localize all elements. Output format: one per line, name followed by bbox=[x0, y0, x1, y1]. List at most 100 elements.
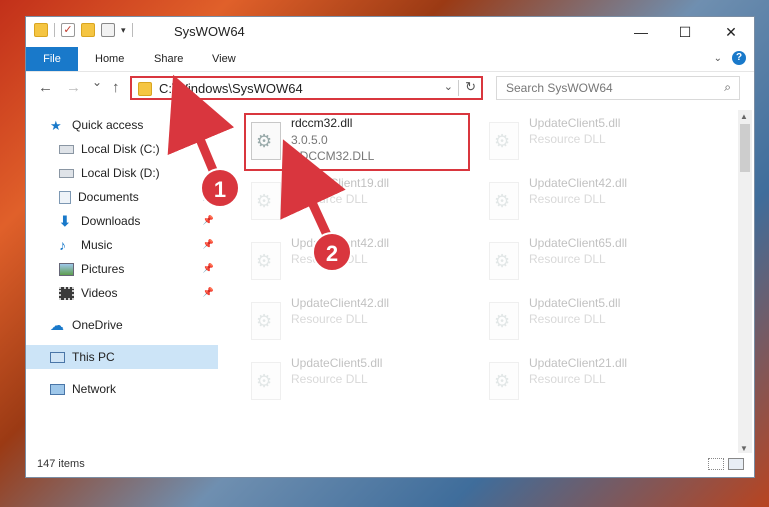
tab-share[interactable]: Share bbox=[154, 47, 183, 71]
sidebar-item-quick-access[interactable]: ★ Quick access bbox=[26, 113, 218, 137]
dll-file-icon bbox=[489, 122, 519, 160]
help-icon[interactable]: ? bbox=[732, 51, 746, 65]
sidebar-item-label: Local Disk (D:) bbox=[81, 166, 160, 180]
vertical-scrollbar[interactable]: ▲ ▼ bbox=[738, 110, 752, 455]
search-box[interactable]: Search SysWOW64 ⌕ bbox=[496, 76, 740, 100]
pin-icon[interactable]: 📌 bbox=[203, 287, 214, 298]
address-dropdown-icon[interactable]: ⌄ bbox=[444, 80, 453, 93]
dll-file-icon bbox=[489, 362, 519, 400]
file-description: Resource DLL bbox=[291, 192, 368, 206]
sidebar-item-downloads[interactable]: ⬇ Downloads 📌 bbox=[26, 209, 218, 233]
file-highlight-box bbox=[244, 113, 470, 171]
file-explorer-window: ✓ ▾ SysWOW64 — ☐ ✕ File Home Share View … bbox=[25, 16, 755, 478]
details-view-icon[interactable] bbox=[708, 458, 724, 470]
sidebar-item-local-disk-d[interactable]: Local Disk (D:) bbox=[26, 161, 218, 185]
annotation-marker-1: 1 bbox=[200, 168, 240, 208]
file-tile[interactable]: UpdateClient21.dll Resource DLL bbox=[479, 354, 699, 406]
file-name: UpdateClient21.dll bbox=[529, 356, 628, 370]
folder-icon bbox=[138, 82, 152, 96]
toolbar-dropdown-icon[interactable]: ▾ bbox=[121, 25, 126, 36]
sidebar-item-pictures[interactable]: Pictures 📌 bbox=[26, 257, 218, 281]
dll-file-icon bbox=[251, 242, 281, 280]
sidebar-item-videos[interactable]: Videos 📌 bbox=[26, 281, 218, 305]
scroll-down-icon[interactable]: ▼ bbox=[740, 444, 748, 453]
file-name: UpdateClient5.dll bbox=[529, 116, 621, 130]
file-tile[interactable]: UpdateClient42.dll Resource DLL bbox=[241, 294, 461, 346]
sidebar-item-label: Downloads bbox=[81, 214, 141, 228]
dll-file-icon bbox=[489, 182, 519, 220]
tab-view[interactable]: View bbox=[212, 47, 236, 71]
sidebar-item-label: Videos bbox=[81, 286, 118, 300]
toolbar-divider bbox=[131, 23, 133, 37]
file-name: UpdateClient5.dll bbox=[529, 296, 621, 310]
videos-icon bbox=[59, 286, 74, 300]
scroll-up-icon[interactable]: ▲ bbox=[740, 112, 748, 121]
file-description: Resource DLL bbox=[529, 252, 606, 266]
file-name: UpdateClient19.dll bbox=[291, 176, 390, 190]
sidebar-item-local-disk-c[interactable]: Local Disk (C:) bbox=[26, 137, 218, 161]
address-bar[interactable]: C:\Windows\SysWOW64 ⌄ ↻ bbox=[130, 76, 483, 100]
scroll-thumb[interactable] bbox=[740, 124, 750, 172]
navigation-pane: ★ Quick access Local Disk (C:) Local Dis… bbox=[26, 110, 218, 445]
dll-file-icon bbox=[251, 182, 281, 220]
address-path[interactable]: C:\Windows\SysWOW64 bbox=[159, 81, 303, 96]
annotation-marker-2: 2 bbox=[312, 232, 352, 272]
quick-access-toolbar: ✓ ▾ bbox=[34, 23, 133, 37]
sidebar-item-onedrive[interactable]: ☁ OneDrive bbox=[26, 313, 218, 337]
file-tile[interactable]: UpdateClient5.dll Resource DLL bbox=[241, 354, 461, 406]
sidebar-item-label: Quick access bbox=[72, 118, 144, 132]
file-name: UpdateClient5.dll bbox=[291, 356, 383, 370]
dll-file-icon bbox=[251, 302, 281, 340]
address-divider bbox=[458, 80, 459, 96]
recent-locations-icon[interactable]: ⌄ bbox=[92, 75, 102, 89]
sidebar-item-label: Pictures bbox=[81, 262, 125, 276]
expand-ribbon-chevron-icon[interactable]: ⌄ bbox=[714, 53, 722, 64]
ribbon-tabs: File Home Share View ⌄ ? bbox=[26, 47, 754, 72]
search-icon[interactable]: ⌕ bbox=[724, 80, 731, 95]
star-icon: ★ bbox=[50, 117, 62, 133]
pin-icon[interactable]: 📌 bbox=[203, 263, 214, 274]
close-button[interactable]: ✕ bbox=[708, 17, 754, 47]
network-icon bbox=[50, 383, 65, 395]
sidebar-item-label: This PC bbox=[72, 350, 115, 364]
properties-check-icon[interactable]: ✓ bbox=[61, 23, 75, 37]
file-name: UpdateClient42.dll bbox=[529, 176, 628, 190]
tab-file[interactable]: File bbox=[26, 47, 78, 71]
forward-arrow-icon[interactable]: → bbox=[66, 79, 81, 96]
cloud-icon: ☁ bbox=[50, 316, 64, 333]
file-description: Resource DLL bbox=[529, 312, 606, 326]
documents-icon bbox=[59, 190, 71, 204]
sidebar-item-this-pc[interactable]: This PC bbox=[26, 345, 218, 369]
file-tile[interactable]: UpdateClient42.dll Resource DLL bbox=[241, 234, 461, 286]
file-tile[interactable]: UpdateClient5.dll Resource DLL bbox=[479, 294, 699, 346]
refresh-icon[interactable]: ↻ bbox=[465, 79, 476, 95]
file-description: Resource DLL bbox=[529, 372, 606, 386]
window-title: SysWOW64 bbox=[174, 24, 245, 39]
music-icon: ♪ bbox=[59, 236, 66, 253]
sidebar-item-label: Local Disk (C:) bbox=[81, 142, 160, 156]
maximize-button[interactable]: ☐ bbox=[662, 17, 708, 47]
large-icons-view-icon[interactable] bbox=[728, 458, 744, 470]
status-bar: 147 items bbox=[26, 453, 754, 477]
tab-home[interactable]: Home bbox=[95, 47, 124, 71]
minimize-button[interactable]: — bbox=[618, 17, 664, 47]
file-tile[interactable]: UpdateClient5.dll Resource DLL bbox=[479, 114, 699, 166]
pin-icon[interactable]: 📌 bbox=[203, 239, 214, 250]
search-input[interactable]: Search SysWOW64 bbox=[506, 81, 613, 95]
up-arrow-icon[interactable]: ↑ bbox=[112, 79, 120, 96]
file-tile[interactable]: UpdateClient65.dll Resource DLL bbox=[479, 234, 699, 286]
customize-icon[interactable] bbox=[101, 23, 115, 37]
sidebar-item-label: OneDrive bbox=[72, 318, 123, 332]
file-tile[interactable]: UpdateClient42.dll Resource DLL bbox=[479, 174, 699, 226]
back-arrow-icon[interactable]: ← bbox=[38, 79, 53, 96]
sidebar-item-music[interactable]: ♪ Music 📌 bbox=[26, 233, 218, 257]
file-name: UpdateClient65.dll bbox=[529, 236, 628, 250]
file-tile[interactable]: UpdateClient19.dll Resource DLL bbox=[241, 174, 461, 226]
new-folder-icon[interactable] bbox=[81, 23, 95, 37]
sidebar-item-label: Network bbox=[72, 382, 117, 396]
pictures-icon bbox=[59, 262, 74, 276]
drive-icon bbox=[59, 144, 74, 154]
pin-icon[interactable]: 📌 bbox=[203, 215, 214, 226]
sidebar-item-network[interactable]: Network bbox=[26, 377, 218, 401]
sidebar-item-documents[interactable]: Documents 📌 bbox=[26, 185, 218, 209]
